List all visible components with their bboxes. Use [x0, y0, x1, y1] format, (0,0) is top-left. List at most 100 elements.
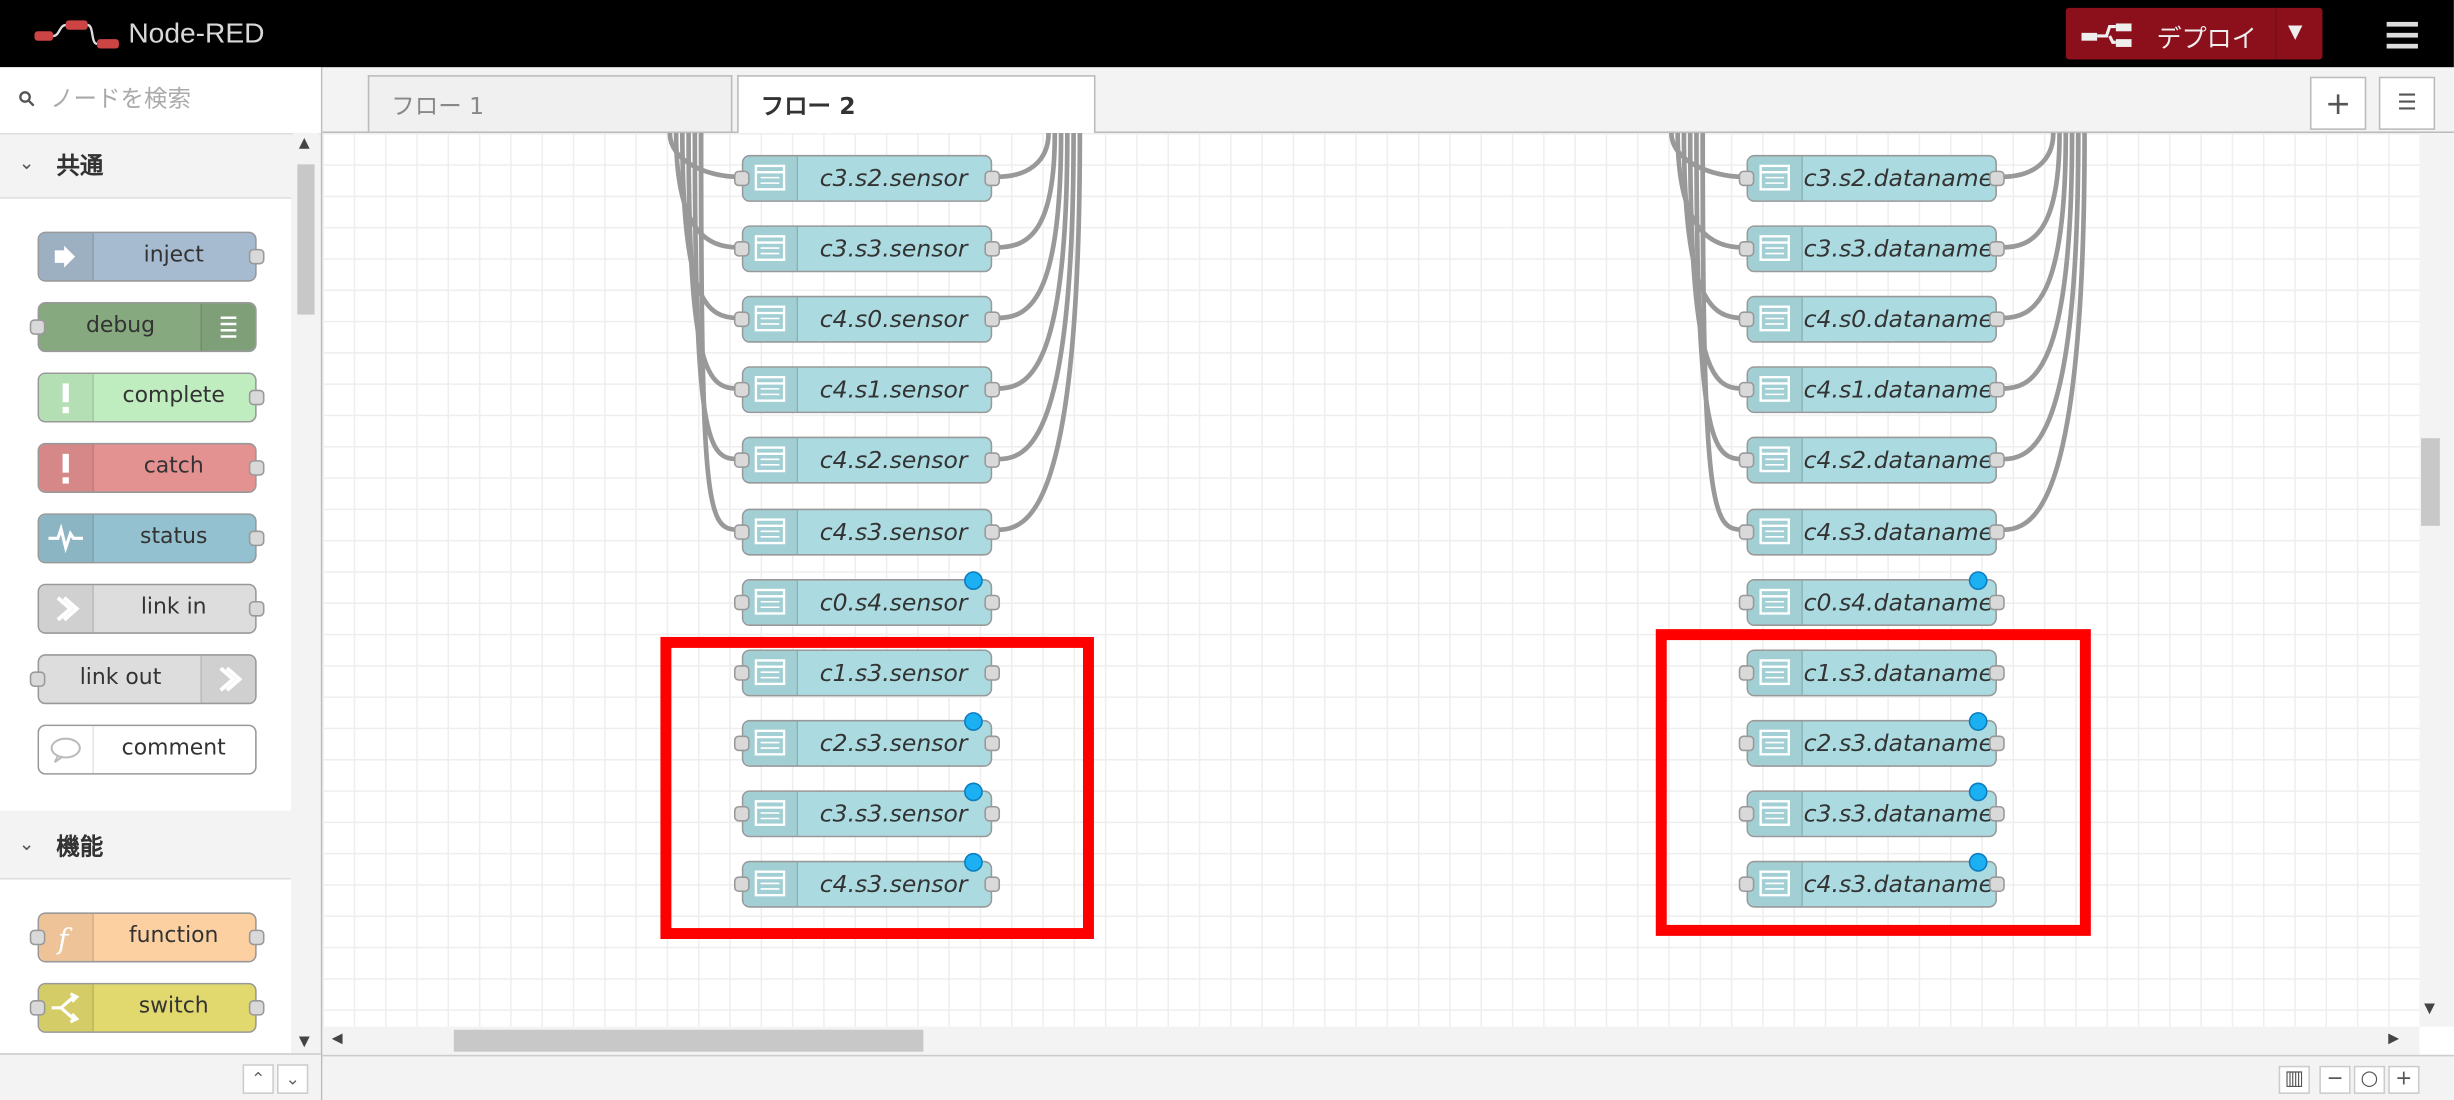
- caret-down-icon[interactable]: ▼: [2288, 20, 2302, 42]
- wire[interactable]: [2001, 133, 2075, 391]
- flow-node[interactable]: c4.s1.dataname: [1738, 366, 2005, 414]
- output-port[interactable]: [248, 600, 265, 617]
- canvas-horizontal-scrollbar[interactable]: ◀ ▶: [322, 1026, 2420, 1055]
- output-port[interactable]: [248, 1000, 265, 1016]
- canvas-vertical-scrollbar[interactable]: ▼: [2419, 133, 2454, 1027]
- tab-flow-1[interactable]: フロー 1: [367, 75, 733, 132]
- flow-canvas[interactable]: c3.s2.sensor c3.s3.sensor c4.s0.sensor c4.s…: [322, 133, 2420, 1027]
- output-port[interactable]: [984, 311, 1001, 328]
- output-port[interactable]: [1989, 311, 2005, 328]
- input-port[interactable]: [1738, 382, 1755, 398]
- tab-flow-2[interactable]: フロー 2: [737, 75, 1096, 134]
- palette-node-complete[interactable]: complete: [37, 372, 265, 423]
- flow-node[interactable]: c3.s3.dataname: [1738, 225, 2005, 273]
- output-port[interactable]: [248, 248, 265, 265]
- deploy-button[interactable]: デプロイ ▼: [2065, 7, 2323, 60]
- palette-node-debug[interactable]: debug: [29, 302, 257, 353]
- wire[interactable]: [2001, 133, 2056, 180]
- scroll-down-icon[interactable]: ▼: [2424, 1002, 2435, 1018]
- output-port[interactable]: [984, 523, 1001, 540]
- palette-node-inject[interactable]: inject: [37, 231, 265, 282]
- palette-node-function[interactable]: f function: [29, 912, 265, 963]
- plus-icon[interactable]: +: [2388, 1065, 2420, 1094]
- output-port[interactable]: [984, 594, 1001, 610]
- input-port[interactable]: [29, 319, 46, 335]
- input-port[interactable]: [733, 523, 750, 540]
- circle-icon[interactable]: ○: [2353, 1065, 2386, 1094]
- output-port[interactable]: [248, 929, 265, 946]
- scroll-up-icon[interactable]: ▲: [299, 136, 310, 152]
- category-header-common[interactable]: ⌄ 共通: [0, 134, 292, 199]
- wire[interactable]: [996, 133, 1070, 391]
- search-input[interactable]: [46, 82, 304, 115]
- palette-node-catch[interactable]: catch: [37, 442, 265, 493]
- collapse-all-icon[interactable]: ⌃: [242, 1064, 274, 1094]
- palette-node-comment[interactable]: comment: [37, 724, 257, 775]
- input-port[interactable]: [733, 452, 750, 469]
- input-port[interactable]: [733, 311, 750, 328]
- input-port[interactable]: [733, 170, 750, 187]
- input-port[interactable]: [1738, 594, 1755, 610]
- output-port[interactable]: [984, 382, 1001, 398]
- add-flow-button[interactable]: +: [2309, 76, 2367, 130]
- flow-node[interactable]: c0.s4.sensor: [733, 570, 1001, 626]
- output-port[interactable]: [984, 241, 1001, 257]
- expand-all-icon[interactable]: ⌄: [277, 1064, 309, 1094]
- input-port[interactable]: [1738, 170, 1755, 187]
- hamburger-menu-icon[interactable]: [2376, 16, 2429, 54]
- minus-icon[interactable]: −: [2319, 1065, 2351, 1094]
- input-port[interactable]: [733, 382, 750, 398]
- flow-node[interactable]: c4.s2.dataname: [1738, 437, 2005, 485]
- output-port[interactable]: [984, 170, 1001, 187]
- flow-node[interactable]: c3.s3.sensor: [733, 225, 1001, 273]
- palette-node-status[interactable]: status: [37, 513, 265, 564]
- input-port[interactable]: [1738, 311, 1755, 328]
- scroll-down-icon[interactable]: ▼: [299, 1034, 310, 1050]
- palette-node-switch[interactable]: switch: [29, 982, 265, 1033]
- input-port[interactable]: [1738, 452, 1755, 469]
- output-port[interactable]: [248, 530, 265, 547]
- flow-node[interactable]: c0.s4.dataname: [1738, 570, 2005, 626]
- category-header-function[interactable]: ⌄ 機能: [0, 815, 292, 880]
- map-icon[interactable]: ▥: [2278, 1065, 2310, 1094]
- flow-node[interactable]: c4.s0.dataname: [1738, 296, 2005, 344]
- flow-node[interactable]: c3.s2.dataname: [1738, 154, 2005, 202]
- input-port[interactable]: [29, 1000, 46, 1016]
- palette-node-link-in[interactable]: link in: [37, 583, 265, 634]
- scrollbar-thumb[interactable]: [453, 1029, 924, 1052]
- scroll-left-icon[interactable]: ◀: [332, 1031, 343, 1047]
- output-port[interactable]: [984, 452, 1001, 469]
- output-port[interactable]: [248, 460, 265, 476]
- scrollbar-thumb[interactable]: [297, 164, 315, 315]
- input-port[interactable]: [1738, 241, 1755, 257]
- wire[interactable]: [698, 133, 739, 533]
- input-port[interactable]: [733, 241, 750, 257]
- flow-node[interactable]: c4.s1.sensor: [733, 366, 1001, 414]
- output-port[interactable]: [1989, 241, 2005, 257]
- flow-node[interactable]: c4.s2.sensor: [733, 437, 1001, 485]
- scroll-right-icon[interactable]: ▶: [2388, 1031, 2399, 1047]
- palette-node-link-out[interactable]: link out: [29, 654, 257, 705]
- output-port[interactable]: [1989, 170, 2005, 187]
- input-port[interactable]: [29, 929, 46, 946]
- wire[interactable]: [1700, 133, 1744, 533]
- wire[interactable]: [2001, 133, 2069, 321]
- output-port[interactable]: [1989, 594, 2005, 610]
- input-port[interactable]: [1738, 523, 1755, 540]
- flow-node[interactable]: c4.s0.sensor: [733, 296, 1001, 344]
- flow-node[interactable]: c4.s3.dataname: [1738, 507, 2005, 555]
- scrollbar-thumb[interactable]: [2421, 438, 2440, 526]
- wire[interactable]: [996, 133, 1064, 321]
- palette-scrollbar[interactable]: ▲ ▼: [292, 133, 320, 1054]
- wire[interactable]: [996, 133, 1051, 180]
- input-port[interactable]: [29, 671, 46, 688]
- flow-list-button[interactable]: ☰: [2378, 76, 2436, 130]
- output-port[interactable]: [1989, 523, 2005, 540]
- output-port[interactable]: [248, 389, 265, 406]
- output-port[interactable]: [1989, 382, 2005, 398]
- flow-node[interactable]: c3.s2.sensor: [733, 154, 1001, 202]
- palette-node-label: inject: [143, 242, 204, 268]
- input-port[interactable]: [733, 594, 750, 610]
- output-port[interactable]: [1989, 452, 2005, 469]
- flow-node[interactable]: c4.s3.sensor: [733, 507, 1001, 555]
